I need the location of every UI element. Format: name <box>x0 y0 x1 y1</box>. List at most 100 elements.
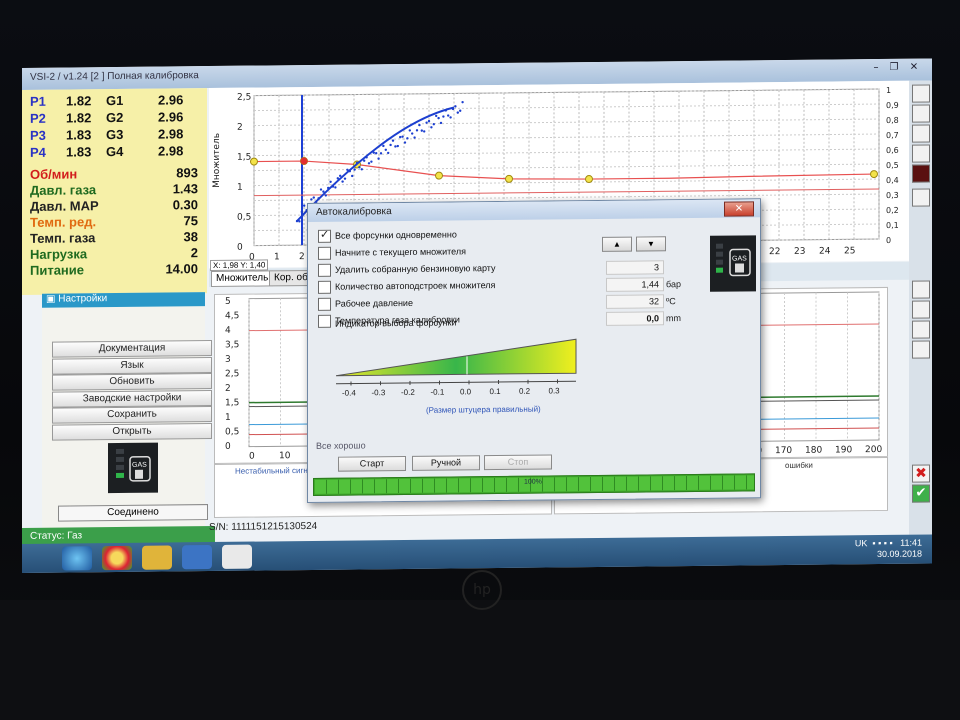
sensor-value: 2 <box>190 245 198 261</box>
start-button-icon[interactable] <box>62 546 92 571</box>
close-chart-icon[interactable] <box>912 84 930 103</box>
y-tick-label: 1,5 <box>237 153 251 163</box>
indicator-field[interactable]: 0,0 <box>606 311 664 326</box>
save-icon[interactable] <box>912 340 930 359</box>
language-dropdown[interactable]: Язык <box>52 356 212 375</box>
injector-row: P4 1.83 G4 2.98 <box>30 143 200 162</box>
confirm-icon[interactable]: ✔ <box>912 484 930 503</box>
injector-row: P3 1.83 G3 2.98 <box>30 126 200 145</box>
folder-icon[interactable] <box>142 545 172 570</box>
factory-settings-button[interactable]: Заводские настройки <box>52 389 212 408</box>
progress-cell <box>579 477 591 492</box>
sensor-value: 14.00 <box>165 261 198 277</box>
laptop-keyboard-area: hp <box>0 570 960 720</box>
option-checkbox[interactable] <box>318 246 331 260</box>
box-icon[interactable] <box>912 188 930 207</box>
chrome-icon[interactable] <box>102 545 132 571</box>
fan-icon[interactable] <box>912 144 930 163</box>
option-checkbox[interactable] <box>318 314 331 328</box>
map-point <box>505 174 513 183</box>
serial-number: S/N: 1111151215130524 <box>209 520 318 534</box>
petrol-injector-label: P1 <box>30 93 46 109</box>
dialog-close-button[interactable]: ✕ <box>724 201 754 217</box>
manual-button[interactable]: Ручной <box>412 455 480 471</box>
sensor-value: 1.43 <box>172 181 198 197</box>
pressure-unit: бар <box>666 279 681 290</box>
play-icon[interactable] <box>912 280 930 299</box>
restore-button[interactable]: ❐ <box>886 62 902 76</box>
open-folder-icon[interactable] <box>912 320 930 339</box>
petrol-injector-label: P4 <box>30 144 46 160</box>
y-tick-label: 2 <box>225 384 231 394</box>
window-icon[interactable] <box>912 124 930 143</box>
calibration-app-icon[interactable] <box>222 544 252 569</box>
x-tick-label: 10 <box>279 451 291 461</box>
count-field[interactable]: 3 <box>606 260 664 275</box>
scale-tick-label: 0.0 <box>460 387 472 396</box>
option-checkbox[interactable] <box>318 297 331 311</box>
petrol-injector-label: P3 <box>30 127 46 143</box>
gas-injector-value: 2.98 <box>158 143 184 159</box>
temperature-field[interactable]: 32 <box>606 294 664 309</box>
x-tick-label: 2 <box>299 252 305 262</box>
decrease-button[interactable]: ▼ <box>636 236 666 252</box>
map-point <box>435 171 443 180</box>
nozzle-size-gradient <box>336 338 577 377</box>
connection-dropdown[interactable]: Соединено <box>58 504 208 522</box>
option-checkbox[interactable]: ✓ <box>318 229 331 243</box>
map-point <box>585 175 593 184</box>
sensor-label: Темп. ред. <box>30 214 97 230</box>
y-tick-label: 2 <box>237 123 243 133</box>
right-tick-label: 1 <box>886 86 891 95</box>
save-button[interactable]: Сохранить <box>52 406 212 424</box>
system-tray: UK ▪ ▪ ▪ ▪ 11:41 30.09.2018 <box>854 537 922 560</box>
progress-cell <box>339 479 351 494</box>
progress-cell <box>507 477 519 492</box>
open-button[interactable]: Открыть <box>52 422 212 441</box>
sensor-label: Нагрузка <box>30 246 88 262</box>
documentation-button[interactable]: Документация <box>52 340 212 358</box>
right-tick-label: 0,6 <box>886 146 899 155</box>
progress-cell <box>675 476 687 491</box>
stop-button[interactable]: Стоп <box>484 454 552 471</box>
progress-cell <box>651 476 663 491</box>
app-icon[interactable] <box>182 545 212 570</box>
x-tick-label: 170 <box>775 446 792 456</box>
increase-button[interactable]: ▲ <box>602 236 632 252</box>
stop-icon[interactable] <box>912 300 930 319</box>
scale-tick-label: -0.1 <box>431 388 445 397</box>
progress-cell <box>699 475 711 490</box>
settings-header[interactable]: ▣ Настройки <box>46 293 107 305</box>
minimize-button[interactable]: – <box>868 62 884 76</box>
x-tick-label: 0 <box>249 452 255 462</box>
close-button[interactable]: ✕ <box>906 62 922 76</box>
pressure-field[interactable]: 1,44 <box>606 277 664 292</box>
sensor-label: Питание <box>30 262 85 278</box>
progress-cell <box>327 479 339 494</box>
check-icon[interactable] <box>912 104 930 123</box>
progress-cell <box>615 476 627 491</box>
option-checkbox[interactable] <box>318 263 331 277</box>
status-ok: Все хорошо <box>316 440 366 451</box>
right-tick-label: 0,2 <box>886 206 899 215</box>
gas-injector-label: G3 <box>106 126 124 143</box>
progress-cell <box>555 477 567 492</box>
x-tick-label: 200 <box>865 445 882 455</box>
progress-cell <box>471 478 483 493</box>
autocalibration-dialog: Автокалибровка ✕ ✓ Все форсунки одновреме… <box>307 198 761 504</box>
progress-cell <box>603 476 615 491</box>
update-button[interactable]: Обновить <box>52 373 212 391</box>
right-tick-label: 0,7 <box>886 131 899 140</box>
y-axis-label: Множитель <box>212 133 222 188</box>
language-indicator[interactable]: UK <box>855 538 868 548</box>
y-tick-label: 0 <box>237 243 243 253</box>
sensor-label: Об/мин <box>30 166 78 182</box>
start-button[interactable]: Старт <box>338 455 406 472</box>
tab-multiplier[interactable]: Множитель <box>211 270 274 288</box>
progress-cell <box>387 479 399 494</box>
y-tick-label: 4 <box>225 326 231 336</box>
scale-tick-label: -0.3 <box>372 388 386 397</box>
cancel-icon[interactable]: ✖ <box>912 464 930 483</box>
option-checkbox[interactable] <box>318 280 331 294</box>
clock-time[interactable]: 11:41 <box>900 538 922 548</box>
